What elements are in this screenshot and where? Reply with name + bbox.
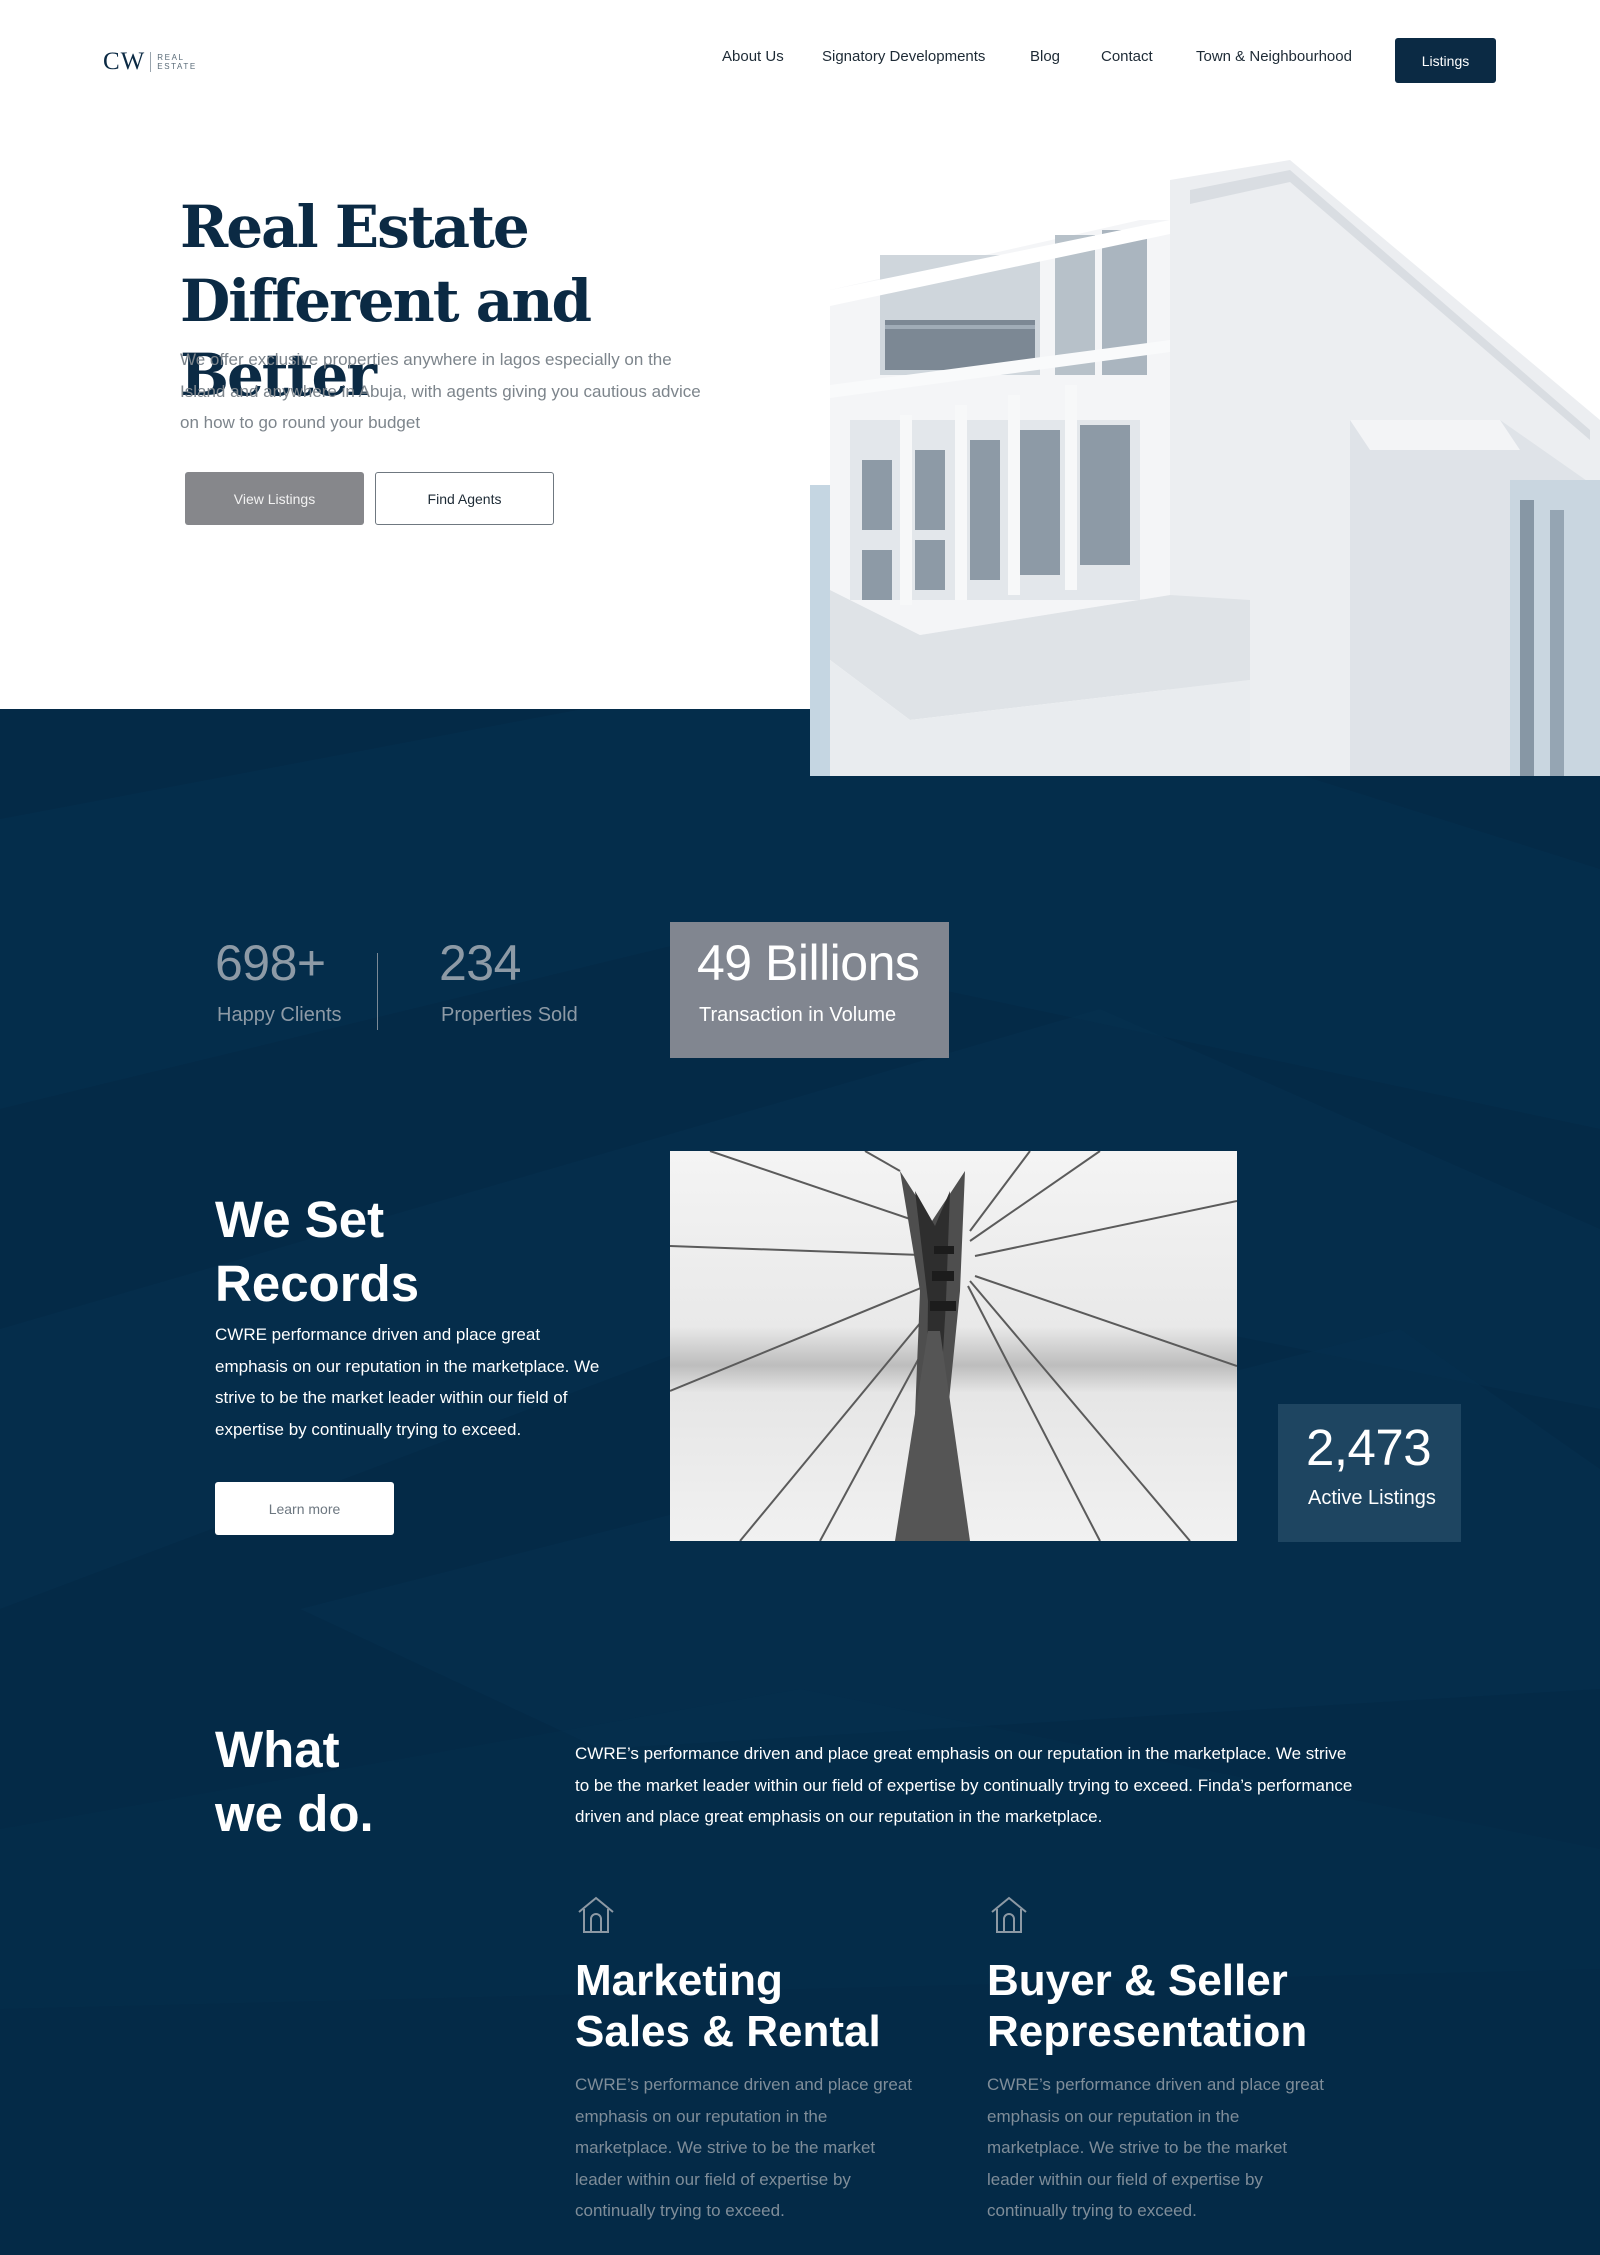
nav-blog[interactable]: Blog bbox=[1030, 48, 1060, 65]
house-icon bbox=[991, 1896, 1027, 1933]
stat-divider bbox=[377, 953, 378, 1030]
service-title-buyer-seller-line1: Buyer & Seller bbox=[987, 1956, 1288, 2005]
stat-volume-box: 49 Billions Transaction in Volume bbox=[670, 922, 949, 1058]
what-we-do-description: CWRE’s performance driven and place grea… bbox=[575, 1744, 1353, 1826]
nav-signatory-developments[interactable]: Signatory Developments bbox=[822, 48, 985, 65]
hero-title-line1: Real Estate bbox=[180, 193, 530, 261]
service-title-marketing: Marketing Sales & Rental bbox=[575, 1955, 955, 2057]
stat-volume-label: Transaction in Volume bbox=[699, 1004, 897, 1026]
stat-volume-value: 49 Billions bbox=[697, 935, 920, 991]
stat-clients-label: Happy Clients bbox=[217, 1004, 342, 1026]
active-listings-label: Active Listings bbox=[1308, 1487, 1436, 1509]
service-title-buyer-seller-line2: Representation bbox=[987, 2007, 1308, 2056]
service-title-marketing-line2: Sales & Rental bbox=[575, 2007, 881, 2056]
nav-town-neighbourhood[interactable]: Town & Neighbourhood bbox=[1196, 48, 1352, 65]
view-listings-button[interactable]: View Listings bbox=[185, 472, 364, 525]
service-description-buyer-seller: CWRE’s performance driven and place grea… bbox=[987, 2075, 1325, 2220]
records-title: We Set Records bbox=[215, 1188, 535, 1316]
records-description: CWRE performance driven and place great … bbox=[215, 1325, 600, 1439]
service-description-marketing: CWRE’s performance driven and place grea… bbox=[575, 2075, 913, 2220]
what-we-do-title-line1: What bbox=[215, 1721, 340, 1778]
what-we-do-title-line2: we do. bbox=[215, 1785, 374, 1842]
house-icon bbox=[578, 1896, 614, 1933]
active-listings-value: 2,473 bbox=[1306, 1419, 1432, 1476]
stat-clients-value: 698+ bbox=[215, 935, 326, 991]
records-title-line1: We Set bbox=[215, 1191, 385, 1248]
stat-sold-value: 234 bbox=[439, 935, 521, 991]
nav-contact[interactable]: Contact bbox=[1101, 48, 1153, 65]
building-image bbox=[810, 160, 1600, 776]
bridge-image bbox=[670, 1151, 1237, 1541]
learn-more-button[interactable]: Learn more bbox=[215, 1482, 394, 1535]
site-header: CW REAL ESTATE About Us Signatory Develo… bbox=[0, 0, 1600, 120]
listings-button[interactable]: Listings bbox=[1395, 38, 1496, 83]
hero-description: We offer exclusive properties anywhere i… bbox=[180, 350, 701, 432]
service-title-marketing-line1: Marketing bbox=[575, 1956, 783, 2005]
what-we-do-title: What we do. bbox=[215, 1718, 475, 1846]
main-nav: About Us Signatory Developments Blog Con… bbox=[0, 48, 1600, 72]
nav-about-us[interactable]: About Us bbox=[722, 48, 784, 65]
find-agents-button[interactable]: Find Agents bbox=[375, 472, 554, 525]
stat-sold-label: Properties Sold bbox=[441, 1004, 578, 1026]
service-title-buyer-seller: Buyer & Seller Representation bbox=[987, 1955, 1367, 2057]
records-title-line2: Records bbox=[215, 1255, 420, 1312]
